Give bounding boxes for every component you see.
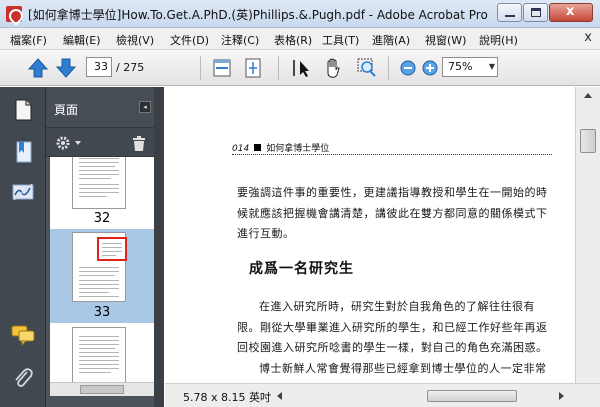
toolbar: 33 / 275 75% ▼: [0, 50, 600, 86]
thumbnail-label: 32: [93, 211, 111, 226]
toolbar-separator: [388, 56, 389, 80]
document-horizontal-scrollbar[interactable]: [277, 390, 567, 402]
scroll-thumb[interactable]: [580, 129, 596, 153]
menu-edit[interactable]: 編輯(E): [63, 32, 101, 48]
scroll-left-icon[interactable]: [277, 392, 282, 400]
pages-pane-header: 頁面 ◂: [46, 87, 164, 127]
menu-file[interactable]: 檔案(F): [10, 32, 47, 48]
toolbar-separator: [278, 56, 279, 80]
title-bar: [如何拿博士學位]How.To.Get.A.PhD.(英)Phillips.&.…: [0, 0, 600, 28]
menu-document[interactable]: 文件(D): [170, 32, 209, 48]
square-bullet-icon: [254, 144, 262, 151]
signatures-panel-button[interactable]: [10, 179, 36, 205]
options-gear-icon[interactable]: [54, 133, 84, 153]
menu-help[interactable]: 說明(H): [479, 32, 518, 48]
window-title: [如何拿博士學位]How.To.Get.A.PhD.(英)Phillips.&.…: [28, 8, 488, 22]
document-close-icon[interactable]: x: [584, 30, 592, 45]
section-heading: 成爲一名研究生: [249, 261, 354, 277]
menu-tools[interactable]: 工具(T): [322, 32, 359, 48]
comment-icon: [11, 325, 35, 347]
pane-title: 頁面: [54, 103, 79, 117]
page-number-input[interactable]: 33: [86, 57, 112, 77]
page-size: 5.78 x 8.15 英吋: [183, 391, 271, 404]
hand-tool-button[interactable]: [321, 56, 345, 80]
document-vertical-scrollbar[interactable]: [575, 87, 600, 383]
navigation-panel: [0, 87, 46, 407]
fit-page-button[interactable]: [241, 56, 265, 80]
select-tool-button[interactable]: [289, 56, 313, 80]
marquee-zoom-icon: [357, 58, 376, 77]
bookmarks-panel-button[interactable]: [10, 139, 36, 165]
fit-page-icon: [245, 58, 261, 78]
page-folio: 014: [232, 144, 250, 154]
maximize-icon: [531, 8, 541, 17]
minimize-button[interactable]: [497, 3, 522, 22]
paperclip-icon: [15, 368, 33, 387]
comments-panel-button[interactable]: [10, 321, 36, 347]
hand-icon: [327, 58, 340, 78]
menu-view[interactable]: 檢視(V): [116, 32, 154, 48]
status-bar: 5.78 x 8.15 英吋: [165, 383, 600, 407]
menu-window[interactable]: 視窗(W): [425, 32, 466, 48]
bookmark-icon: [16, 141, 32, 163]
thumbnail-page-34[interactable]: [72, 327, 126, 382]
menu-bar: 檔案(F) 編輯(E) 檢視(V) 文件(D) 注釋(C) 表格(R) 工具(T…: [0, 28, 600, 50]
chevron-down-icon[interactable]: ▼: [486, 57, 498, 77]
toolbar-separator: [200, 56, 201, 80]
next-page-button[interactable]: [54, 56, 78, 80]
running-head: 014 如何拿博士學位: [232, 141, 329, 154]
thumbnail-list: 32 33: [50, 157, 154, 382]
fit-width-button[interactable]: [210, 56, 234, 80]
scroll-up-icon[interactable]: [584, 93, 592, 98]
zoom-out-icon: [400, 60, 416, 76]
previous-page-button[interactable]: [26, 56, 50, 80]
attachments-panel-button[interactable]: [10, 365, 36, 391]
pane-toolbar: [46, 127, 164, 157]
scroll-right-icon[interactable]: [559, 392, 564, 400]
maximize-button[interactable]: [523, 3, 548, 22]
thumbnail-horizontal-scrollbar[interactable]: [50, 382, 154, 396]
pane-splitter[interactable]: [154, 87, 164, 407]
running-head-title: 如何拿博士學位: [266, 144, 330, 154]
collapse-pane-button[interactable]: ◂: [139, 101, 151, 113]
scroll-thumb[interactable]: [427, 390, 517, 402]
select-cursor-icon: [293, 60, 309, 77]
view-rectangle[interactable]: [97, 237, 127, 261]
scroll-thumb[interactable]: [80, 385, 124, 394]
thumbnail-page-33: [72, 232, 127, 302]
header-rule: [232, 154, 552, 155]
zoom-in-button[interactable]: [418, 56, 442, 80]
pages-icon: [15, 99, 32, 121]
fit-width-icon: [213, 59, 231, 77]
thumbnail-page-32[interactable]: [72, 157, 126, 209]
close-icon: x: [566, 4, 575, 19]
paragraph: 博士新鮮人常會覺得那些已經拿到博士學位的人一定非常優秀聰明，同時也覺得自己好像並…: [237, 362, 547, 383]
zoom-in-icon: [422, 60, 438, 76]
trash-icon[interactable]: [130, 133, 148, 153]
arrow-up-icon: [27, 58, 49, 78]
minimize-icon: [505, 15, 515, 17]
close-button[interactable]: x: [549, 3, 593, 22]
pages-panel-button[interactable]: [10, 97, 36, 123]
thumbnail-label: 33: [93, 305, 111, 320]
selected-thumbnail[interactable]: 33: [50, 229, 154, 323]
page-count: / 275: [116, 61, 145, 74]
document-view: 014 如何拿博士學位 要強調這件事的重要性，更建議指導教授和學生在一開始的時候就…: [165, 87, 575, 383]
acrobat-icon: [6, 6, 22, 22]
signature-icon: [12, 183, 34, 201]
menu-advanced[interactable]: 進階(A): [372, 32, 410, 48]
paragraph: 在進入研究所時，研究生對於自我角色的了解往往很有限。剛從大學畢業進入研究所的學生…: [237, 300, 548, 354]
marquee-zoom-button[interactable]: [355, 56, 379, 80]
pages-pane: 頁面 ◂ 32 33: [46, 87, 164, 407]
menu-comments[interactable]: 注釋(C): [221, 32, 259, 48]
zoom-out-button[interactable]: [396, 56, 420, 80]
paragraph: 要強調這件事的重要性，更建議指導教授和學生在一開始的時候就應該把握機會講清楚，講…: [237, 186, 548, 240]
menu-forms[interactable]: 表格(R): [274, 32, 312, 48]
arrow-down-icon: [55, 58, 77, 78]
